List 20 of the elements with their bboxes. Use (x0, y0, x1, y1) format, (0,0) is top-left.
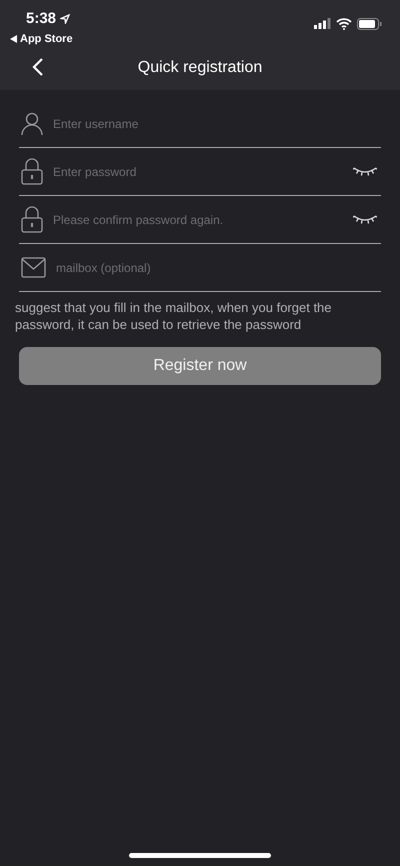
battery-icon (357, 18, 382, 30)
back-triangle-icon (10, 34, 17, 43)
email-field[interactable]: mailbox (optional) (53, 252, 381, 282)
envelope-icon (21, 257, 46, 278)
location-arrow-icon (60, 14, 70, 24)
person-icon (21, 112, 43, 136)
closed-eye-icon[interactable] (353, 214, 377, 224)
username-field[interactable]: Enter username (53, 108, 381, 138)
password-field[interactable]: Enter password (53, 156, 353, 186)
closed-eye-icon[interactable] (353, 166, 377, 176)
password-field[interactable]: Please confirm password again. (53, 204, 353, 234)
signal-icon (314, 18, 331, 29)
back-to-app-link[interactable]: App Store (20, 30, 73, 47)
hint-text: suggest that you fill in the mailbox, when you forget the password, it can be used to retrieve the password (15, 299, 333, 333)
wifi-icon (336, 18, 352, 30)
back-chevron-icon (32, 58, 44, 76)
lock-icon (21, 206, 43, 233)
lock-icon (21, 158, 43, 185)
screen-title: Quick registration (138, 58, 262, 78)
status-time: 5:38 (26, 9, 56, 29)
